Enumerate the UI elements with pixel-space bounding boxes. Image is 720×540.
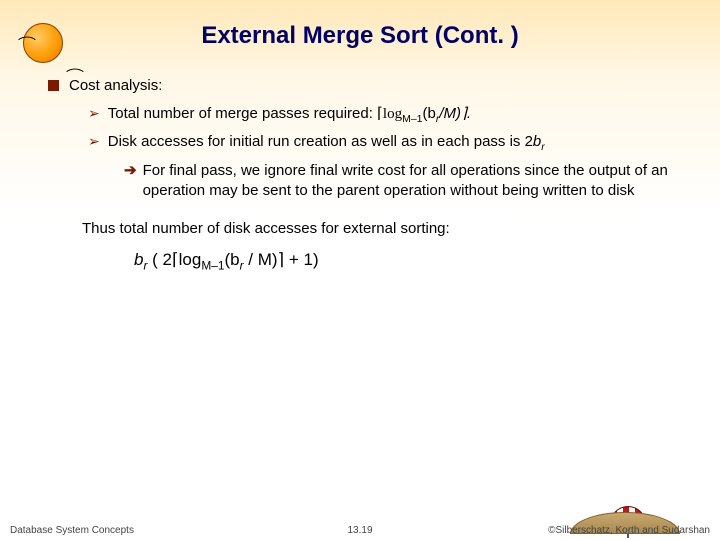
footer-copyright: ©Silberschatz, Korth and Sudarshan — [548, 525, 710, 536]
triangle-bullet-icon: ➢ — [88, 104, 100, 126]
bullet-merge-passes: ➢ Total number of merge passes required:… — [88, 104, 680, 126]
text: /M)⌉. — [439, 105, 471, 122]
bullet-text: Cost analysis: — [69, 76, 162, 96]
bullet-text: Total number of merge passes required: ⌈… — [108, 104, 471, 126]
subscript: M–1 — [402, 113, 422, 125]
arrow-bullet-icon: ➔ — [124, 161, 137, 202]
text: / M)⌉ + 1) — [244, 250, 319, 269]
bullet-text: For final pass, we ignore final write co… — [143, 161, 680, 202]
text: (b — [423, 105, 436, 122]
text: Total number of merge passes required: — [108, 105, 377, 122]
bullet-final-pass: ➔ For final pass, we ignore final write … — [124, 161, 680, 202]
slide-title: External Merge Sort (Cont. ) — [0, 0, 720, 50]
text: ⌈log — [377, 106, 402, 122]
bullet-disk-accesses: ➢ Disk accesses for initial run creation… — [88, 132, 680, 154]
slide-footer: Database System Concepts 13.19 ©Silbersc… — [0, 525, 720, 536]
text: (b — [224, 250, 239, 269]
formula: br ( 2⌈logM–1(br / M)⌉ + 1) — [134, 249, 680, 273]
footer-left: Database System Concepts — [10, 525, 134, 536]
conclusion-text: Thus total number of disk accesses for e… — [82, 219, 680, 239]
text: b — [533, 133, 541, 150]
text: Disk accesses for initial run creation a… — [108, 133, 533, 150]
subscript: r — [541, 141, 545, 153]
footer-page-number: 13.19 — [347, 525, 372, 536]
text: ( 2⌈log — [147, 250, 201, 269]
triangle-bullet-icon: ➢ — [88, 132, 100, 154]
bird-icon: ︵ — [18, 24, 36, 44]
bird-icon: ︵ — [66, 56, 84, 76]
subscript: M–1 — [201, 259, 224, 273]
bullet-cost-analysis: Cost analysis: — [48, 76, 680, 96]
slide-body: Cost analysis: ➢ Total number of merge p… — [0, 50, 720, 274]
bullet-text: Disk accesses for initial run creation a… — [108, 132, 545, 154]
square-bullet-icon — [48, 80, 59, 91]
sun-decoration: ︵ ︵ — [18, 18, 68, 68]
